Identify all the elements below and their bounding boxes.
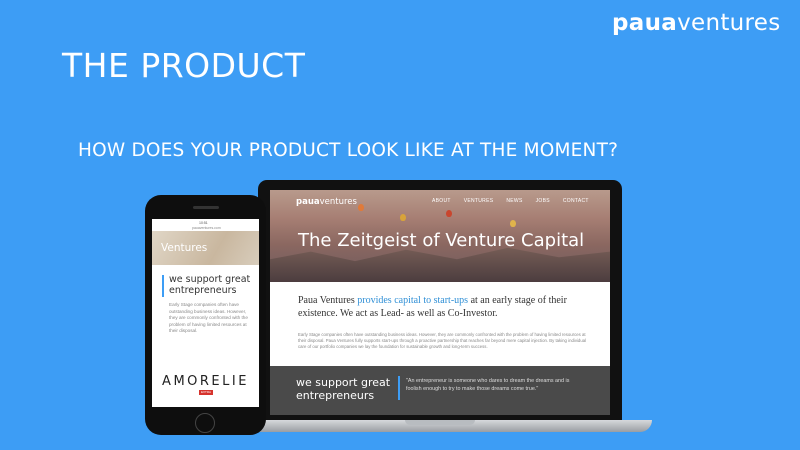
phone-speaker — [193, 206, 219, 209]
balloon-icon — [510, 220, 516, 227]
support-heading: we support great entrepreneurs — [296, 376, 391, 402]
paua-ventures-logo: pauaventures — [612, 10, 781, 36]
intro-highlight-link[interactable]: provides capital to start-ups — [357, 295, 468, 306]
slide-question: HOW DOES YOUR PRODUCT LOOK LIKE AT THE M… — [78, 140, 619, 161]
nav-contact[interactable]: CONTACT — [563, 198, 589, 204]
laptop-mockup: pauaventures ABOUT VENTURES NEWS JOBS CO… — [258, 180, 622, 420]
laptop-screen: pauaventures ABOUT VENTURES NEWS JOBS CO… — [270, 190, 610, 415]
nav-about[interactable]: ABOUT — [432, 198, 451, 204]
phone-home-button[interactable] — [195, 413, 215, 433]
logo-light: ventures — [677, 10, 781, 36]
phone-status-bar: 10:51 pauaventures.com — [152, 219, 259, 231]
phone-time: 10:51 — [199, 221, 208, 225]
support-band: we support great entrepreneurs "An entrep… — [270, 366, 610, 415]
amorelie-logo[interactable]: AMORELIE — [152, 374, 259, 389]
phone-support-heading: we support great entrepreneurs — [169, 274, 251, 296]
body-text: Early Stage companies often have outstan… — [298, 332, 587, 349]
phone-body-text: Early Stage companies often have outstan… — [169, 302, 248, 334]
website-logo[interactable]: pauaventures — [296, 197, 357, 207]
accent-bar — [398, 376, 400, 400]
intro-pre: Paua Ventures — [298, 295, 358, 306]
balloon-icon — [446, 210, 452, 217]
hero-title: The Zeitgeist of Venture Capital — [298, 230, 585, 251]
intro-text: Paua Ventures provides capital to start-… — [298, 294, 588, 320]
nav-news[interactable]: NEWS — [506, 198, 522, 204]
website-nav: ABOUT VENTURES NEWS JOBS CONTACT — [432, 198, 589, 204]
balloon-icon — [358, 204, 364, 211]
phone-hero-label: Ventures — [161, 242, 208, 254]
balloon-icon — [400, 214, 406, 221]
extra-badge: EXTRA — [199, 390, 213, 395]
logo-bold: paua — [612, 10, 678, 36]
nav-jobs[interactable]: JOBS — [536, 198, 550, 204]
slide-title: THE PRODUCT — [62, 46, 306, 85]
phone-url[interactable]: pauaventures.com — [192, 226, 221, 230]
website-logo-light: ventures — [319, 197, 357, 207]
phone-accent-bar — [162, 275, 164, 297]
nav-ventures[interactable]: VENTURES — [464, 198, 494, 204]
entrepreneur-quote: "An entrepreneur is someone who dares to… — [406, 378, 570, 392]
laptop-notch — [405, 420, 475, 425]
phone-hero: Ventures — [152, 231, 259, 265]
website-hero: pauaventures ABOUT VENTURES NEWS JOBS CO… — [270, 190, 610, 282]
phone-screen: 10:51 pauaventures.com Ventures we suppo… — [152, 219, 259, 407]
phone-mockup: 10:51 pauaventures.com Ventures we suppo… — [145, 195, 266, 435]
website-logo-bold: paua — [296, 197, 320, 207]
